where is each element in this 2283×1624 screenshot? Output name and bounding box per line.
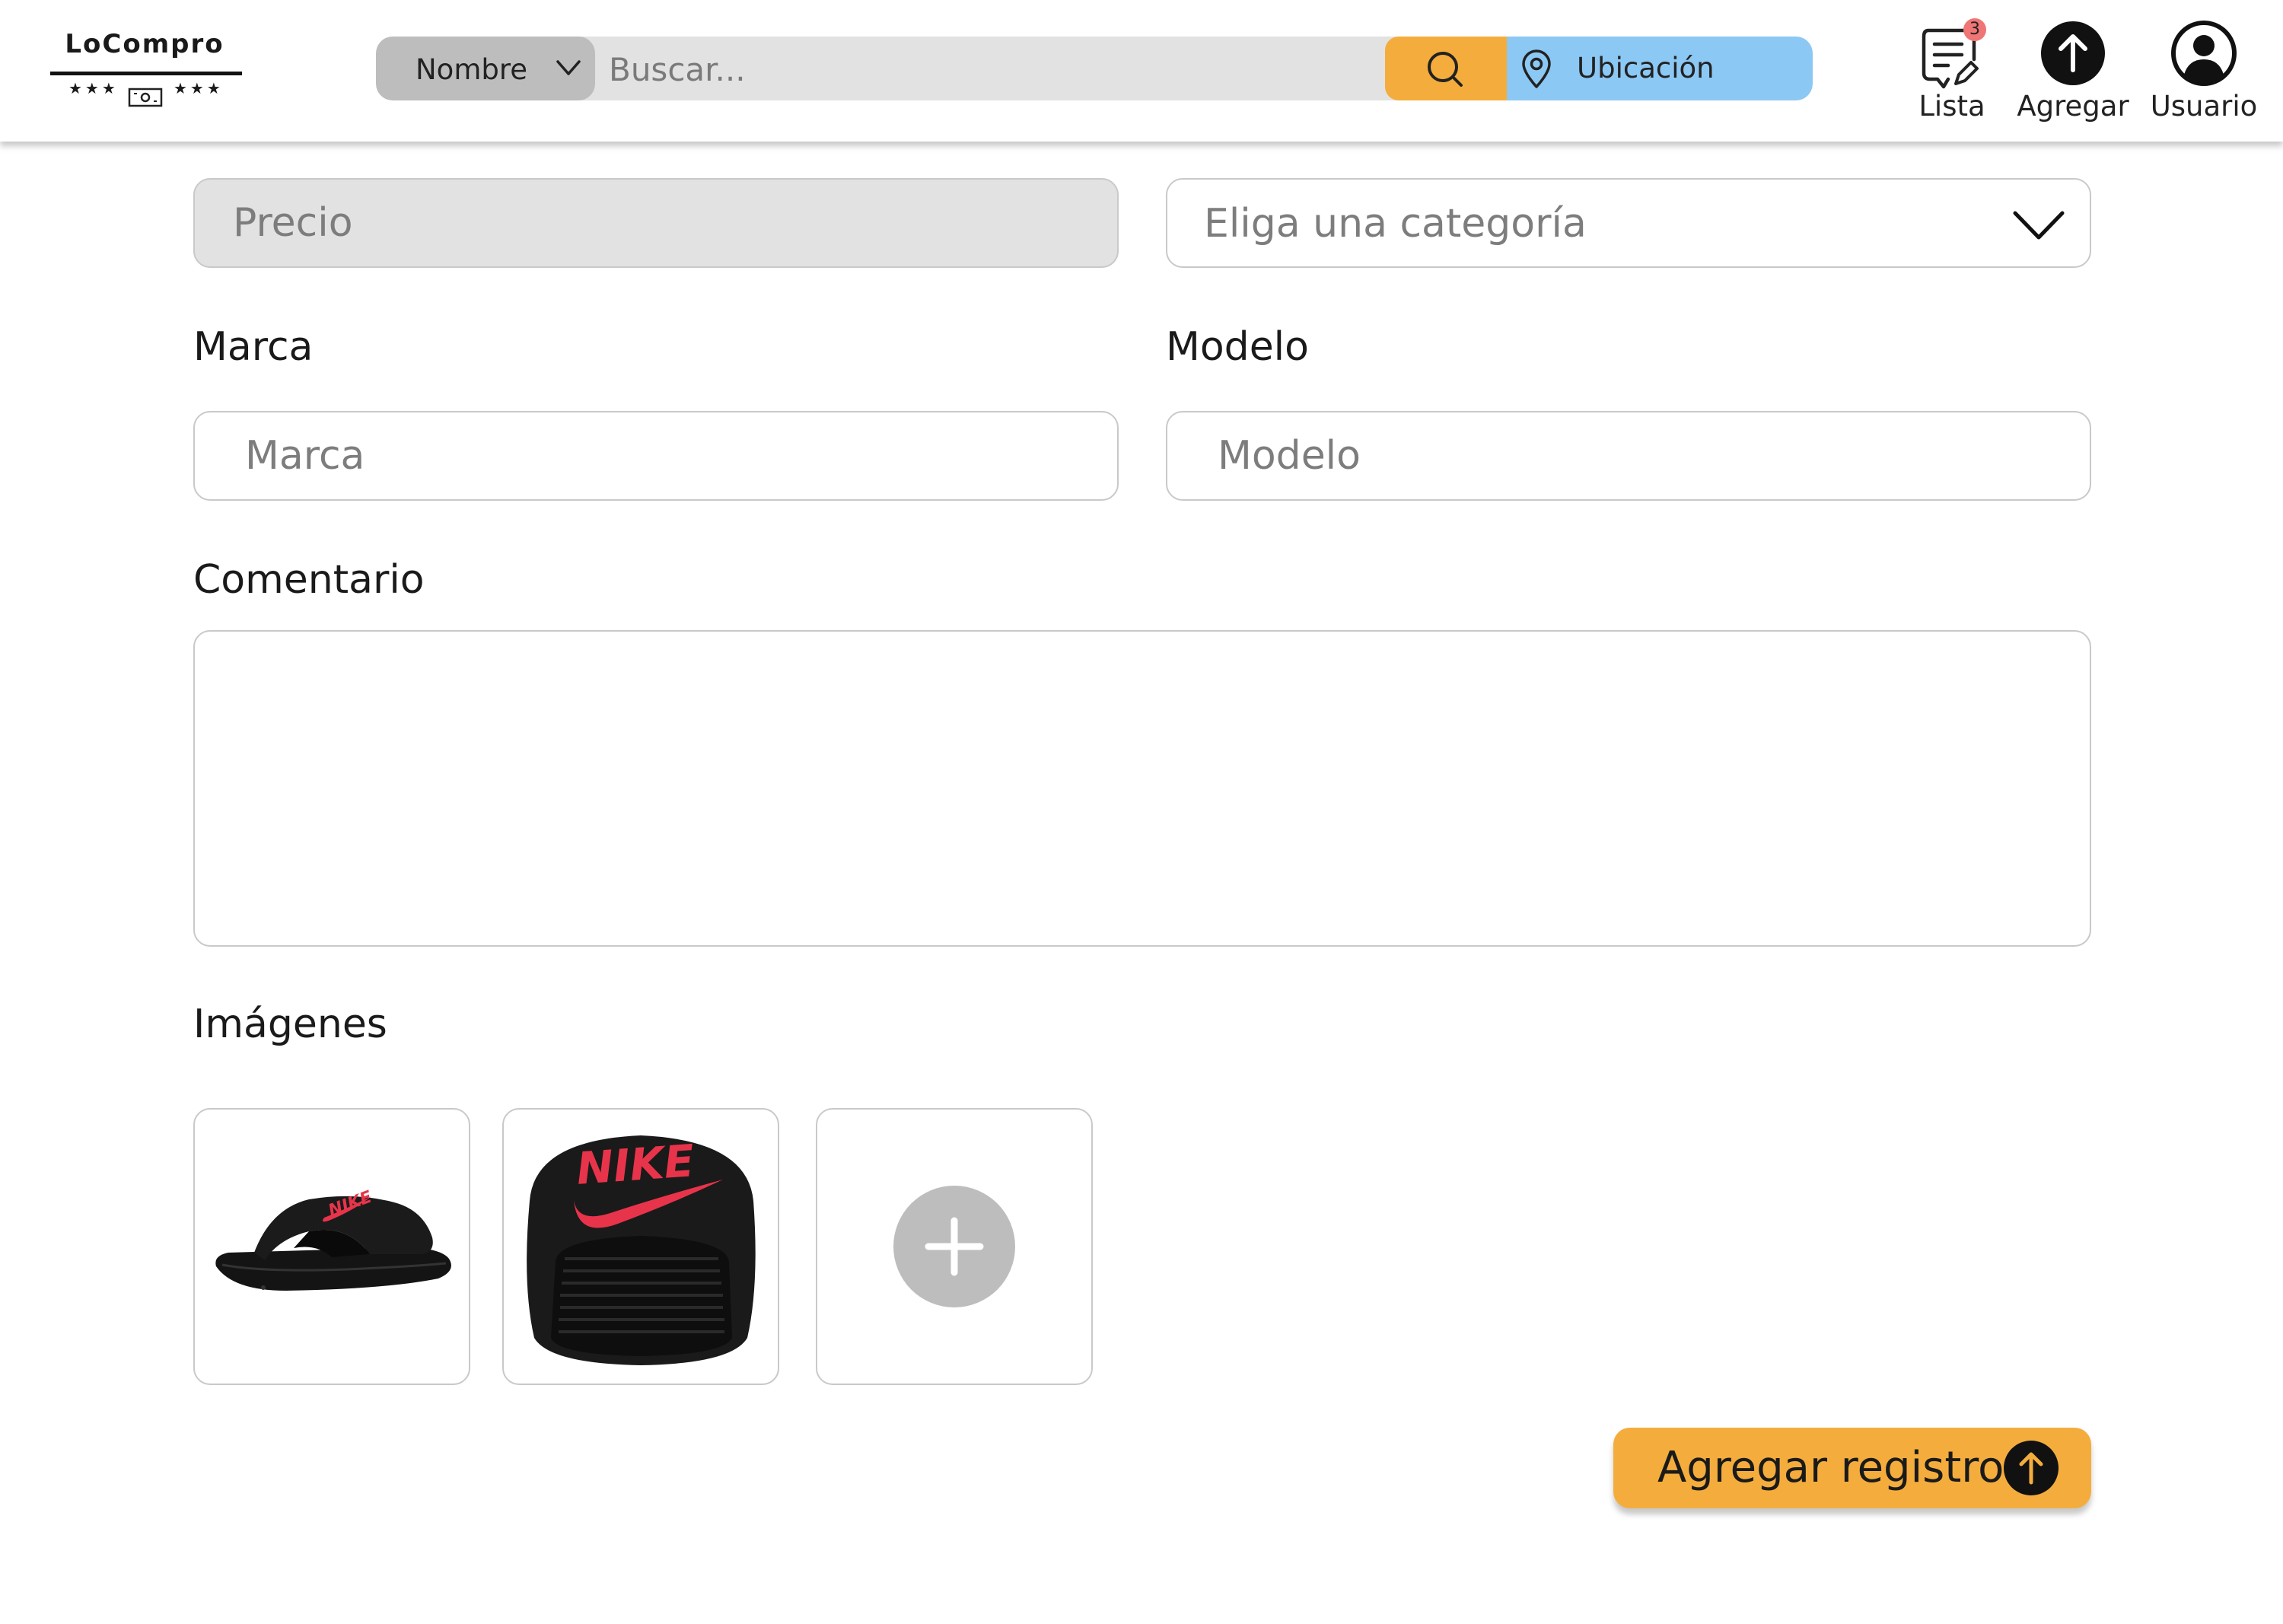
chevron-down-icon <box>556 60 581 75</box>
top-header: LoCompro ★★★ ★★★ Nombre Buscar... Ubicac… <box>0 0 2283 142</box>
nav-lista[interactable]: 3 Lista <box>1902 18 2001 132</box>
logo-stars-left: ★★★ <box>68 79 119 97</box>
agregar-registro-label: Agregar registro <box>1657 1443 2004 1492</box>
marca-label: Marca <box>193 324 314 370</box>
categoria-select[interactable]: Eliga una categoría <box>1166 178 2091 268</box>
nav-agregar[interactable]: Agregar <box>2012 18 2134 132</box>
nike-slide-side-image: NIKE <box>215 1188 451 1291</box>
image-thumbnail-2[interactable]: NIKE <box>502 1108 779 1385</box>
image-thumbnail-1[interactable]: NIKE <box>193 1108 470 1385</box>
comentario-label: Comentario <box>193 557 425 603</box>
imagenes-label: Imágenes <box>193 1001 387 1047</box>
chevron-down-icon <box>2013 211 2065 240</box>
search-bar: Nombre Ubicación <box>376 37 1813 100</box>
svg-text:NIKE: NIKE <box>575 1135 696 1195</box>
comentario-textarea[interactable] <box>193 630 2091 947</box>
nike-slide-front-image: NIKE <box>527 1135 756 1365</box>
plus-icon <box>925 1217 984 1276</box>
nav-agregar-label: Agregar <box>2017 90 2129 123</box>
search-icon <box>1428 52 1463 87</box>
search-type-label: Nombre <box>416 53 528 86</box>
search-type-dropdown[interactable]: Nombre <box>376 37 595 100</box>
categoria-placeholder: Eliga una categoría <box>1204 201 1587 247</box>
marca-input[interactable] <box>193 411 1119 501</box>
add-image-tile[interactable] <box>816 1108 1093 1385</box>
logo-underline <box>50 72 242 75</box>
upload-icon <box>2041 21 2105 85</box>
search-button[interactable] <box>1385 37 1507 100</box>
logo-text: LoCompro <box>65 29 224 59</box>
location-button[interactable]: Ubicación <box>1507 37 1813 100</box>
modelo-label: Modelo <box>1166 324 1309 370</box>
add-image-button[interactable] <box>893 1186 1015 1307</box>
location-label: Ubicación <box>1577 52 1715 84</box>
precio-input[interactable] <box>193 178 1119 268</box>
logo-stars-right: ★★★ <box>174 79 224 97</box>
agregar-registro-button[interactable]: Agregar registro <box>1613 1428 2091 1508</box>
user-icon <box>2171 21 2237 86</box>
nav-usuario-label: Usuario <box>2150 90 2258 123</box>
arrow-up-icon <box>2004 1441 2059 1495</box>
list-count-badge: 3 <box>1963 18 1986 41</box>
modelo-input[interactable] <box>1166 411 2091 501</box>
nav-lista-label: Lista <box>1918 90 1985 123</box>
location-pin-icon <box>1522 49 1551 88</box>
money-bill-icon <box>128 88 163 107</box>
nav-usuario[interactable]: Usuario <box>2143 18 2265 132</box>
locompro-logo[interactable]: LoCompro ★★★ ★★★ <box>46 29 244 114</box>
